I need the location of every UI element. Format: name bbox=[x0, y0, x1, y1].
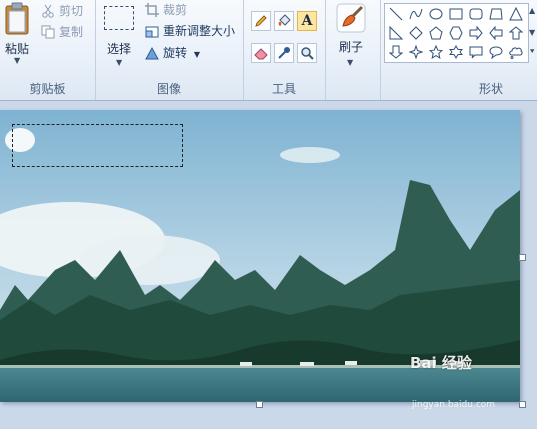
resize-label: 重新调整大小 bbox=[163, 24, 236, 38]
resize-icon bbox=[145, 24, 159, 38]
fill-icon bbox=[278, 14, 291, 26]
canvas-resize-handle-right[interactable] bbox=[519, 254, 526, 261]
diamond-shape-icon[interactable] bbox=[409, 26, 423, 40]
crop-button[interactable]: 裁剪 bbox=[145, 1, 187, 19]
baidu-watermark: Bai 经验 bbox=[410, 354, 472, 372]
oval-callout-shape-icon[interactable] bbox=[489, 45, 503, 59]
clipboard-group: 粘贴 ▼ 剪切 复制 剪贴板 bbox=[0, 0, 96, 100]
crop-label: 裁剪 bbox=[163, 3, 188, 17]
six-point-star-shape-icon[interactable] bbox=[449, 45, 463, 59]
brush-icon bbox=[336, 3, 366, 33]
five-point-star-shape-icon[interactable] bbox=[429, 45, 443, 59]
copy-label: 复制 bbox=[59, 25, 84, 39]
clipboard-group-label: 剪贴板 bbox=[29, 82, 66, 96]
workspace bbox=[0, 101, 537, 429]
pencil-tool[interactable] bbox=[251, 11, 271, 31]
eraser-tool[interactable] bbox=[251, 43, 271, 63]
color-picker-tool[interactable] bbox=[274, 43, 294, 63]
select-button[interactable]: 选择 ▼ bbox=[101, 4, 137, 67]
scissors-icon bbox=[41, 4, 55, 18]
oval-shape-icon[interactable] bbox=[429, 7, 443, 21]
copy-button[interactable]: 复制 bbox=[41, 23, 83, 41]
up-arrow-shape-icon[interactable] bbox=[509, 26, 523, 40]
magnifier-tool[interactable] bbox=[297, 43, 317, 63]
down-arrow-shape-icon[interactable] bbox=[389, 45, 403, 59]
rotate-button[interactable]: 旋转 ▼ bbox=[145, 44, 200, 62]
clipboard-icon bbox=[5, 2, 29, 35]
fill-tool[interactable] bbox=[274, 11, 294, 31]
selection-rectangle[interactable] bbox=[12, 124, 183, 167]
resize-button[interactable]: 重新调整大小 bbox=[145, 22, 235, 40]
triangle-shape-icon[interactable] bbox=[509, 7, 523, 21]
text-tool[interactable]: A bbox=[297, 11, 317, 31]
crop-icon bbox=[145, 3, 159, 17]
right-triangle-shape-icon[interactable] bbox=[389, 26, 403, 40]
brushes-button[interactable]: 刷子 ▼ bbox=[333, 2, 369, 67]
line-shape-icon[interactable] bbox=[389, 7, 403, 21]
cut-button[interactable]: 剪切 bbox=[41, 2, 83, 20]
left-arrow-shape-icon[interactable] bbox=[489, 26, 503, 40]
shapes-scroll-up-icon[interactable]: ▲ bbox=[529, 6, 535, 15]
copy-icon bbox=[41, 25, 55, 39]
ribbon: 粘贴 ▼ 剪切 复制 剪贴板 选择 ▼ 裁剪 重新调整大小 旋转 ▼ 图像 A … bbox=[0, 0, 537, 101]
polygon-shape-icon[interactable] bbox=[489, 7, 503, 21]
brushes-group: 刷子 ▼ bbox=[325, 0, 381, 100]
image-group: 选择 ▼ 裁剪 重新调整大小 旋转 ▼ 图像 bbox=[95, 0, 244, 100]
pentagon-shape-icon[interactable] bbox=[429, 26, 443, 40]
rectangle-shape-icon[interactable] bbox=[449, 7, 463, 21]
shapes-gallery bbox=[384, 3, 529, 63]
paste-button[interactable]: 粘贴 ▼ bbox=[2, 2, 32, 65]
brushes-label: 刷子 bbox=[338, 40, 363, 54]
magnifier-icon bbox=[301, 47, 314, 60]
canvas-resize-handle-bottom[interactable] bbox=[256, 401, 263, 408]
cut-label: 剪切 bbox=[59, 4, 84, 18]
tools-group-label: 工具 bbox=[271, 82, 296, 96]
shapes-scroll-down-icon[interactable]: ▼ bbox=[529, 28, 535, 37]
image-group-label: 图像 bbox=[156, 82, 181, 96]
shapes-group-label: 形状 bbox=[478, 82, 503, 96]
select-rectangle-icon bbox=[104, 6, 134, 30]
text-icon: A bbox=[301, 13, 313, 29]
tools-group: A 工具 bbox=[243, 0, 326, 100]
chevron-down-icon[interactable]: ▼ bbox=[194, 50, 200, 59]
chevron-down-icon[interactable]: ▼ bbox=[14, 56, 20, 65]
paste-label: 粘贴 bbox=[4, 42, 29, 56]
select-label: 选择 bbox=[106, 42, 131, 56]
pencil-icon bbox=[255, 15, 267, 27]
chevron-down-icon[interactable]: ▼ bbox=[116, 58, 122, 67]
hexagon-shape-icon[interactable] bbox=[449, 26, 463, 40]
cloud-callout-shape-icon[interactable] bbox=[509, 45, 523, 59]
four-point-star-shape-icon[interactable] bbox=[409, 45, 423, 59]
rotate-icon bbox=[145, 46, 159, 60]
rect-callout-shape-icon[interactable] bbox=[469, 45, 483, 59]
eraser-icon bbox=[254, 48, 268, 60]
color-picker-icon bbox=[278, 47, 290, 59]
rounded-rectangle-shape-icon[interactable] bbox=[469, 7, 483, 21]
right-arrow-shape-icon[interactable] bbox=[469, 26, 483, 40]
rotate-label: 旋转 bbox=[163, 46, 188, 60]
shapes-more-icon[interactable]: ⯆ bbox=[529, 47, 535, 57]
canvas-resize-handle-corner[interactable] bbox=[519, 401, 526, 408]
chevron-down-icon[interactable]: ▼ bbox=[347, 58, 353, 67]
baidu-watermark-url: jingyan.baidu.com bbox=[412, 400, 496, 410]
curve-shape-icon[interactable] bbox=[409, 7, 423, 21]
